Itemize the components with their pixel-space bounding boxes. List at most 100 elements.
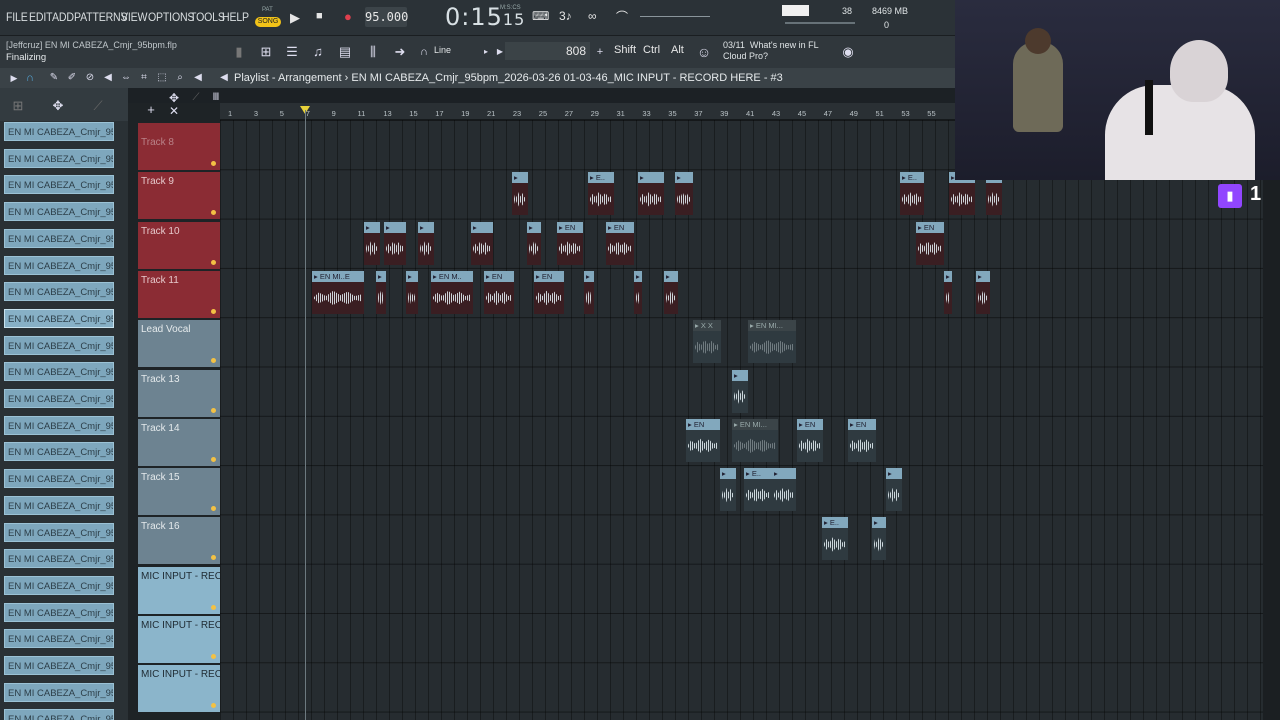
audio-clip[interactable]: ▸ EN — [848, 418, 876, 462]
pattern-item[interactable]: EN MI CABEZA_Cmjr_95bp... — [4, 442, 114, 462]
audio-clip[interactable]: ▸ — [527, 221, 541, 265]
playback-tool-icon[interactable]: ◀ — [190, 70, 206, 86]
playlist-grid[interactable]: ▸▸ E..▸▸▸ E..▸▸▸▸▸▸▸▸ EN▸ EN▸ EN▸ EN MI.… — [220, 120, 1263, 720]
countdown-icon[interactable]: 3♪ — [559, 9, 572, 23]
typing-keyboard-icon[interactable]: ⌨ — [532, 9, 549, 23]
audio-clip[interactable]: ▸ — [886, 468, 902, 512]
track-header[interactable]: MIC INPUT - RECORD HERE - — [138, 616, 281, 663]
draw-tool-icon[interactable]: ✎ — [46, 70, 62, 86]
shift-key[interactable]: Shift — [614, 44, 636, 56]
pattern-item[interactable]: EN MI CABEZA_Cmjr_95bp... — [4, 549, 114, 569]
menu-view[interactable]: VIEW — [121, 10, 147, 24]
delete-tool-icon[interactable]: ⊘ — [82, 70, 98, 86]
audio-clip[interactable]: ▸ EN — [557, 221, 583, 265]
slice-tool-icon[interactable]: ⌗ — [136, 70, 152, 86]
news-panel[interactable]: 03/11 What's new in FL Cloud Pro? — [723, 40, 819, 62]
pattern-item[interactable]: EN MI CABEZA_Cmjr_95bp... — [4, 575, 114, 595]
track-name[interactable]: Track 11 — [141, 275, 179, 286]
audio-clip[interactable]: ▸ EN — [606, 221, 634, 265]
audio-clip[interactable]: ▸ — [406, 270, 418, 314]
track-enable-dot[interactable] — [211, 703, 216, 709]
link-icon[interactable]: ⟋ — [188, 90, 204, 106]
pattern-item[interactable]: EN MI CABEZA_Cmjr_95bp... — [4, 362, 114, 382]
browser-icon[interactable]: ▤ — [337, 44, 353, 60]
audio-clip[interactable]: ▸ EN MI... — [748, 320, 796, 364]
menu-add[interactable]: ADD — [52, 10, 74, 24]
pattern-item[interactable]: EN MI CABEZA_Cmjr_95bp... — [4, 228, 114, 248]
audio-clip[interactable]: ▸ — [976, 270, 990, 314]
paint-tool-icon[interactable]: ✐ — [64, 70, 80, 86]
audio-clip[interactable]: ▸ EN M.. — [431, 270, 473, 314]
track-header[interactable]: MIC INPUT - RECORD HERE - — [138, 665, 281, 713]
picker-grid-icon[interactable]: ⊞ — [10, 98, 26, 114]
value-box[interactable]: 808 — [505, 42, 590, 60]
audio-clip[interactable]: ▸ EN — [686, 418, 720, 462]
pattern-item[interactable]: EN MI CABEZA_Cmjr_95bp... — [4, 389, 114, 408]
pat-song-toggle[interactable]: PAT SONG — [255, 5, 281, 29]
audio-clip[interactable]: ▸ E.. — [588, 172, 614, 216]
audio-clip[interactable]: ▸ — [364, 221, 380, 265]
picker-cut-icon[interactable]: ⟋ — [90, 98, 106, 114]
tempo-display[interactable]: 95.000 — [365, 7, 408, 27]
track-enable-dot[interactable] — [211, 456, 216, 462]
track-header[interactable]: Track 10 — [138, 221, 220, 269]
pattern-item[interactable]: EN MI CABEZA_Cmjr_95bp... — [4, 335, 114, 355]
track-header[interactable]: Track 9 — [138, 172, 220, 220]
pattern-item[interactable]: EN MI CABEZA_Cmjr_95bp... — [4, 415, 114, 435]
audio-clip[interactable]: ▸ — [638, 172, 664, 216]
record-icon[interactable]: ● — [344, 9, 352, 24]
loop-record-icon[interactable]: ∞ — [588, 9, 597, 23]
track-header[interactable]: Lead Vocal — [138, 320, 220, 368]
audio-clip[interactable]: ▸ EN MI... — [732, 418, 778, 462]
track-enable-dot[interactable] — [211, 506, 216, 512]
pattern-item[interactable]: EN MI CABEZA_Cmjr_95bp... — [4, 629, 114, 649]
plus-icon[interactable]: + — [592, 44, 608, 60]
pattern-item[interactable]: EN MI CABEZA_Cmjr_95bp... — [4, 255, 114, 275]
track-enable-dot[interactable] — [211, 358, 216, 364]
track-name[interactable]: Track 16 — [141, 521, 180, 532]
track-enable-dot[interactable] — [211, 654, 216, 659]
audio-clip[interactable]: ▸ — [512, 172, 528, 216]
audio-clip[interactable]: ▸ E.. — [822, 517, 848, 561]
track-name[interactable]: Track 8 — [141, 137, 174, 148]
audio-clip[interactable]: ▸ — [664, 270, 678, 314]
audio-clip[interactable]: ▸ EN MI..E — [312, 270, 364, 314]
pattern-item[interactable]: EN MI CABEZA_Cmjr_95bp... — [4, 495, 114, 515]
slip-tool-icon[interactable]: ⇔ — [118, 70, 134, 86]
menu-tools[interactable]: TOOLS — [190, 10, 225, 24]
pattern-item[interactable]: EN MI CABEZA_Cmjr_95bp... — [4, 175, 114, 195]
track-name[interactable]: MIC INPUT - REC — [141, 571, 222, 582]
track-enable-dot[interactable] — [211, 210, 216, 216]
track-header[interactable]: MIC INPUT - REC — [138, 566, 222, 614]
track-header[interactable]: Track 16 — [138, 517, 220, 565]
plugin-icon[interactable]: ◉ — [840, 44, 856, 60]
playlist-menu-arrow-icon[interactable]: ▶ — [6, 70, 22, 86]
track-enable-dot[interactable] — [211, 555, 216, 561]
pattern-item[interactable]: EN MI CABEZA_Cmjr_95bp... — [4, 308, 114, 328]
snap-mode[interactable]: Line — [434, 45, 451, 55]
audio-clip[interactable]: ▸ — [944, 270, 952, 314]
audio-clip[interactable]: ▸ EN — [797, 418, 823, 462]
select-tool-icon[interactable]: ⬚ — [154, 70, 170, 86]
master-pitch-slider[interactable] — [640, 16, 710, 17]
audio-clip[interactable]: ▸ — [376, 270, 386, 314]
menu-options[interactable]: OPTIONS — [148, 10, 194, 24]
track-header[interactable]: Track 11 — [138, 270, 220, 318]
close-icon[interactable]: ✕ — [166, 103, 182, 119]
magnet-icon[interactable]: ∩ — [416, 44, 432, 60]
mixer-icon[interactable]: ⫼ — [365, 44, 381, 60]
track-enable-dot[interactable] — [211, 161, 216, 166]
pattern-item[interactable]: EN MI CABEZA_Cmjr_95bp... — [4, 682, 114, 702]
alt-key[interactable]: Alt — [671, 44, 684, 56]
picker-move-icon[interactable]: ✥ — [50, 98, 66, 114]
track-header[interactable]: Track 8 — [138, 123, 220, 170]
playlist-icon[interactable]: ⊞ — [258, 44, 274, 60]
pattern-item[interactable]: EN MI CABEZA_Cmjr_95bp... — [4, 148, 114, 168]
audio-clip[interactable]: ▸ — [634, 270, 642, 314]
pattern-item[interactable]: EN MI CABEZA_Cmjr_95bp... — [4, 202, 114, 222]
audio-clip[interactable]: ▸ — [675, 172, 693, 216]
add-track-icon[interactable]: + — [143, 102, 159, 118]
track-header[interactable]: Track 15 — [138, 468, 220, 516]
arrow-icon[interactable]: ➜ — [392, 44, 408, 60]
trash-icon[interactable]: ▮ — [231, 44, 247, 60]
